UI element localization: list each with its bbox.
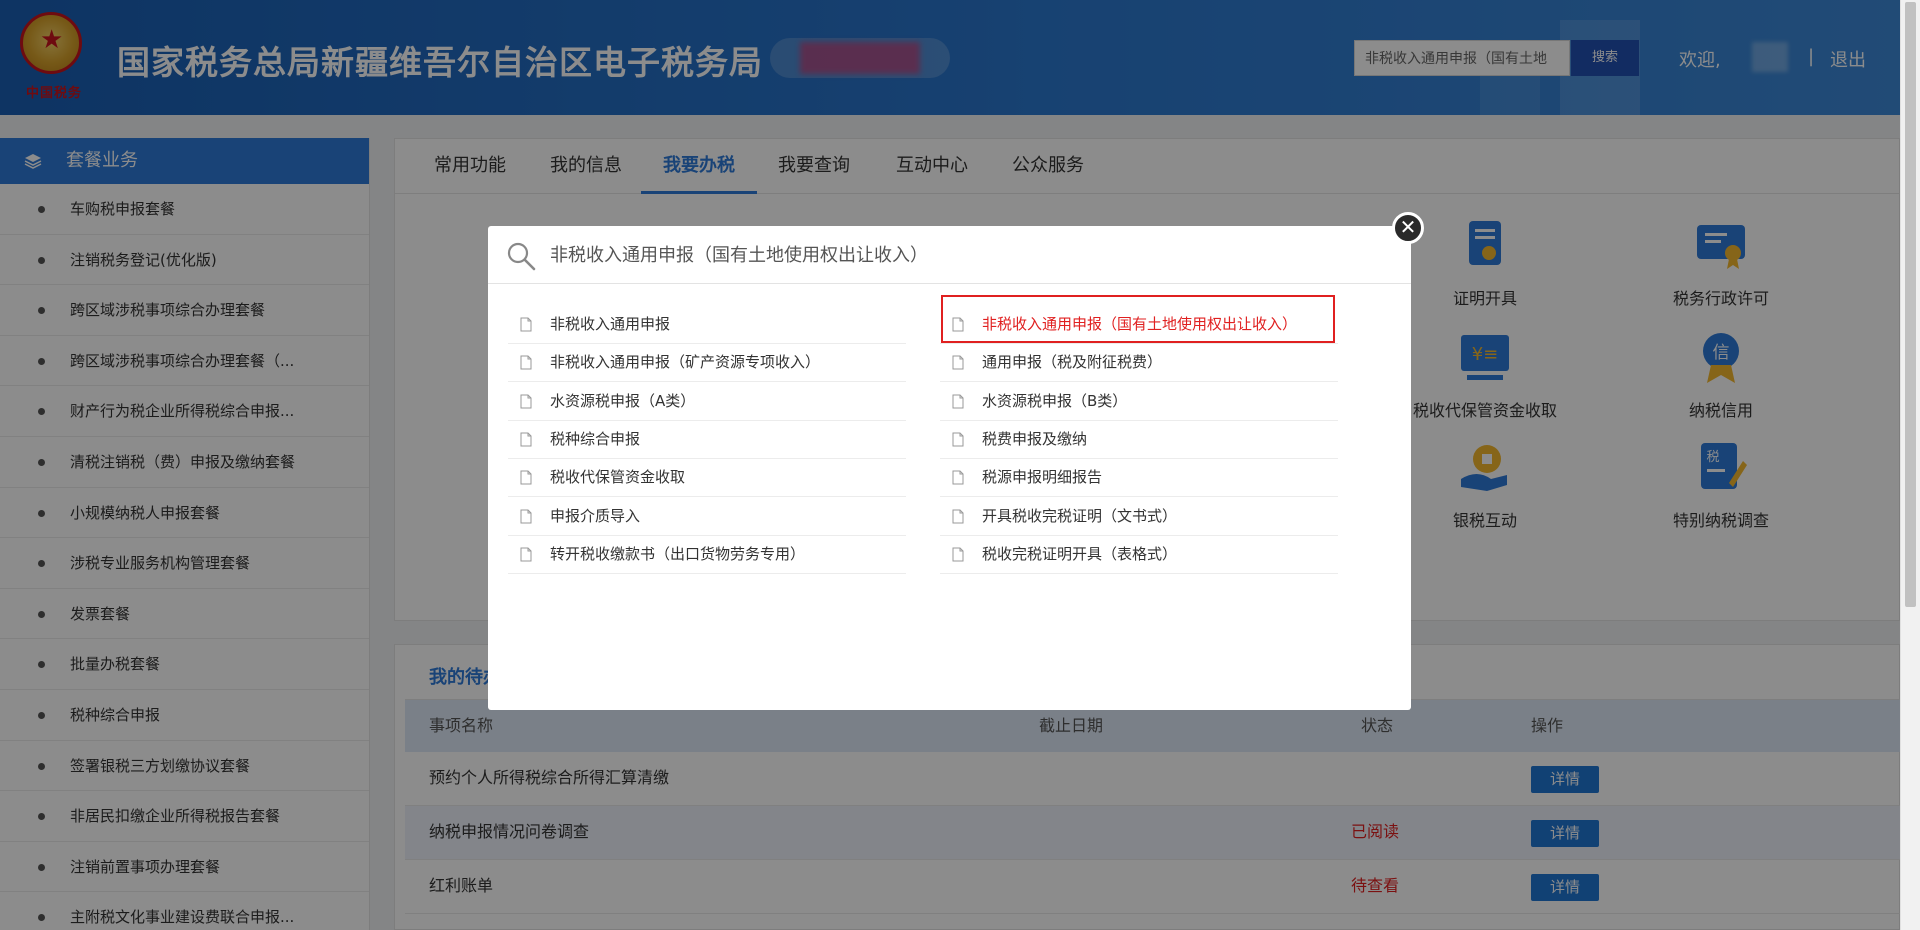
search-result-label: 申报介质导入 bbox=[550, 506, 641, 525]
close-modal-button[interactable]: ✕ bbox=[1392, 212, 1424, 244]
document-icon bbox=[952, 355, 964, 370]
search-result-item[interactable]: 非税收入通用申报 bbox=[508, 306, 906, 344]
search-result-label: 转开税收缴款书（出口货物劳务专用） bbox=[550, 544, 806, 563]
document-icon bbox=[952, 547, 964, 562]
document-icon bbox=[520, 432, 532, 447]
search-result-item[interactable]: 税费申报及缴纳 bbox=[940, 421, 1338, 459]
search-result-item[interactable]: 开具税收完税证明（文书式） bbox=[940, 498, 1338, 536]
search-result-label: 税收完税证明开具（表格式） bbox=[982, 544, 1178, 563]
search-result-label: 水资源税申报（B类） bbox=[982, 391, 1128, 410]
search-result-label: 通用申报（税及附征税费） bbox=[982, 353, 1163, 372]
document-icon bbox=[952, 509, 964, 523]
search-result-item[interactable]: 税种综合申报 bbox=[508, 421, 906, 459]
search-result-label: 开具税收完税证明（文书式） bbox=[982, 506, 1178, 525]
search-result-item[interactable]: 水资源税申报（B类） bbox=[940, 383, 1338, 421]
document-icon bbox=[952, 432, 964, 447]
modal-search-bar bbox=[488, 226, 1411, 284]
search-result-label: 税收代保管资金收取 bbox=[550, 468, 686, 487]
scrollbar-thumb[interactable] bbox=[1905, 2, 1916, 607]
search-result-label: 税源申报明细报告 bbox=[982, 468, 1103, 487]
search-icon bbox=[507, 242, 536, 271]
search-result-label: 非税收入通用申报 bbox=[550, 315, 671, 333]
search-result-item[interactable]: 税源申报明细报告 bbox=[940, 459, 1338, 498]
search-result-item[interactable]: 转开税收缴款书（出口货物劳务专用） bbox=[508, 536, 906, 574]
search-result-label: 水资源税申报（A类） bbox=[550, 391, 696, 410]
document-icon bbox=[520, 355, 532, 370]
search-result-label: 非税收入通用申报（矿产资源专项收入） bbox=[550, 353, 821, 372]
search-result-item[interactable]: 税收完税证明开具（表格式） bbox=[940, 536, 1338, 574]
selection-highlight-box bbox=[941, 295, 1335, 343]
search-result-item[interactable]: 税收代保管资金收取 bbox=[508, 459, 906, 498]
search-result-label: 税费申报及缴纳 bbox=[982, 429, 1088, 448]
search-result-item[interactable]: 通用申报（税及附征税费） bbox=[940, 344, 1338, 383]
modal-search-input[interactable] bbox=[550, 236, 1390, 272]
document-icon bbox=[520, 317, 532, 332]
search-result-item[interactable]: 申报介质导入 bbox=[508, 498, 906, 536]
document-icon bbox=[952, 394, 964, 409]
document-icon bbox=[520, 470, 532, 485]
page-scrollbar[interactable] bbox=[1900, 0, 1920, 930]
document-icon bbox=[520, 547, 532, 562]
document-icon bbox=[952, 470, 964, 485]
document-icon bbox=[520, 394, 532, 409]
search-result-item[interactable]: 非税收入通用申报（矿产资源专项收入） bbox=[508, 344, 906, 383]
document-icon bbox=[520, 509, 532, 523]
search-result-label: 税种综合申报 bbox=[550, 429, 641, 448]
search-result-item[interactable]: 水资源税申报（A类） bbox=[508, 383, 906, 421]
